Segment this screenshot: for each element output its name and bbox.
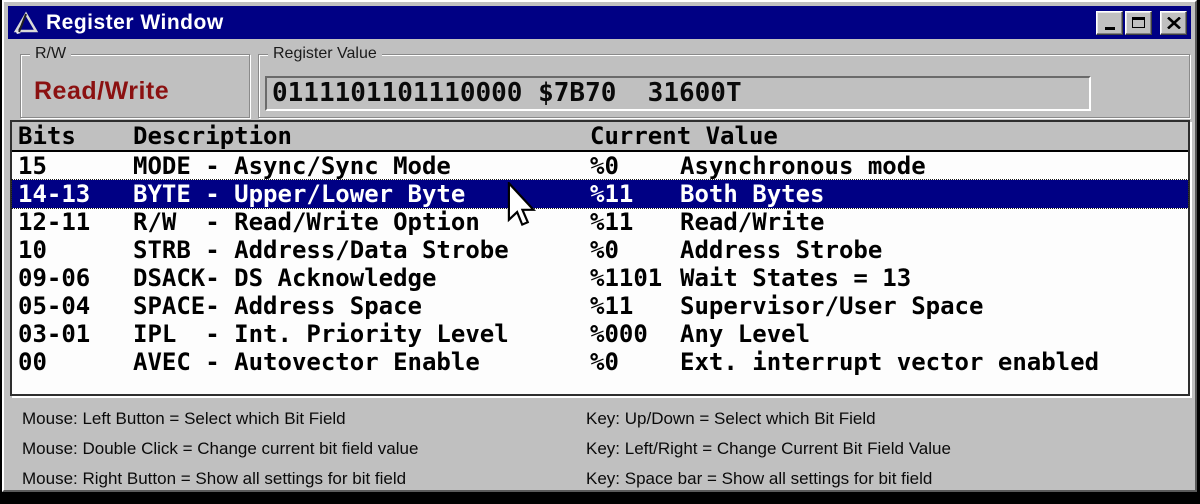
help-mouse-column: Mouse: Left Button = Select which Bit Fi… [22, 404, 418, 494]
header-current-value: Current Value [590, 122, 778, 150]
table-row[interactable]: 14-13 BYTE - Upper/Lower Byte %11 Both B… [11, 179, 1189, 209]
row-value: %0 [590, 236, 619, 264]
row-description: AVEC - Autovector Enable [133, 348, 480, 376]
mouse-cursor [507, 182, 536, 227]
row-value: %11 [590, 208, 634, 236]
minimize-icon [1104, 27, 1115, 30]
header-description: Description [133, 122, 292, 150]
row-value: %1101 [590, 264, 663, 292]
row-description: DSACK- DS Acknowledge [133, 264, 437, 292]
bitfield-list[interactable]: Bits Description Current Value 15 MODE -… [10, 120, 1190, 396]
row-meaning: Ext. interrupt vector enabled [680, 348, 1100, 376]
table-row[interactable]: 12-11 R/W - Read/Write Option %11 Read/W… [12, 208, 1188, 236]
close-icon [1166, 16, 1181, 29]
window-title: Register Window [46, 10, 224, 34]
row-bits: 14-13 [18, 180, 91, 208]
register-value-groupbox: Register Value 0111101101110000 $7B70 31… [258, 45, 1190, 118]
rw-group-label: R/W [30, 45, 72, 63]
rw-groupbox: R/W Read/Write [20, 45, 250, 118]
register-value-label: Register Value [268, 45, 382, 63]
help-line: Mouse: Double Click = Change current bit… [22, 439, 419, 458]
row-value: %11 [590, 292, 634, 320]
header-bits: Bits [18, 122, 76, 150]
row-bits: 15 [18, 152, 47, 180]
register-window: Register Window R/W Read/Write Register … [2, 0, 1197, 492]
row-bits: 00 [18, 348, 47, 376]
row-description: STRB - Address/Data Strobe [133, 236, 509, 264]
help-line: Key: Left/Right = Change Current Bit Fie… [586, 439, 951, 458]
row-meaning: Wait States = 13 [680, 264, 912, 292]
register-value-field[interactable]: 0111101101110000 $7B70 31600T [265, 76, 1091, 111]
help-keys-column: Key: Up/Down = Select which Bit Field Key… [586, 404, 951, 494]
row-meaning: Address Strobe [680, 236, 883, 264]
table-row[interactable]: 15 MODE - Async/Sync Mode %0 Asynchronou… [12, 152, 1188, 180]
row-description: SPACE- Address Space [133, 292, 422, 320]
row-meaning: Asynchronous mode [680, 152, 926, 180]
close-button[interactable] [1160, 10, 1187, 35]
row-description: IPL - Int. Priority Level [133, 320, 509, 348]
rw-value: Read/Write [34, 77, 170, 105]
row-bits: 05-04 [18, 292, 91, 320]
app-icon [13, 11, 39, 34]
row-bits: 10 [18, 236, 47, 264]
row-value: %11 [590, 180, 634, 208]
titlebar[interactable]: Register Window [8, 6, 1191, 39]
maximize-icon [1132, 17, 1145, 28]
list-rows-container: 15 MODE - Async/Sync Mode %0 Asynchronou… [11, 152, 1189, 376]
help-line: Mouse: Left Button = Select which Bit Fi… [22, 409, 346, 428]
row-meaning: Supervisor/User Space [680, 292, 984, 320]
help-line: Key: Space bar = Show all settings for b… [586, 469, 933, 488]
row-meaning: Read/Write [680, 208, 825, 236]
help-line: Mouse: Right Button = Show all settings … [22, 469, 407, 488]
row-description: MODE - Async/Sync Mode [133, 152, 451, 180]
help-line: Key: Up/Down = Select which Bit Field [586, 409, 876, 428]
row-value: %0 [590, 348, 619, 376]
row-bits: 12-11 [18, 208, 91, 236]
row-meaning: Both Bytes [680, 180, 825, 208]
minimize-button[interactable] [1096, 10, 1123, 35]
maximize-button[interactable] [1125, 10, 1152, 35]
table-row[interactable]: 03-01 IPL - Int. Priority Level %000 Any… [12, 320, 1188, 348]
row-bits: 03-01 [18, 320, 91, 348]
table-row[interactable]: 10 STRB - Address/Data Strobe %0 Address… [12, 236, 1188, 264]
table-row[interactable]: 09-06 DSACK- DS Acknowledge %1101 Wait S… [12, 264, 1188, 292]
table-row[interactable]: 00 AVEC - Autovector Enable %0 Ext. inte… [12, 348, 1188, 376]
table-row[interactable]: 05-04 SPACE- Address Space %11 Superviso… [12, 292, 1188, 320]
list-header: Bits Description Current Value [12, 122, 1188, 152]
row-meaning: Any Level [680, 320, 811, 348]
row-bits: 09-06 [18, 264, 91, 292]
row-value: %000 [590, 320, 648, 348]
row-value: %0 [590, 152, 619, 180]
